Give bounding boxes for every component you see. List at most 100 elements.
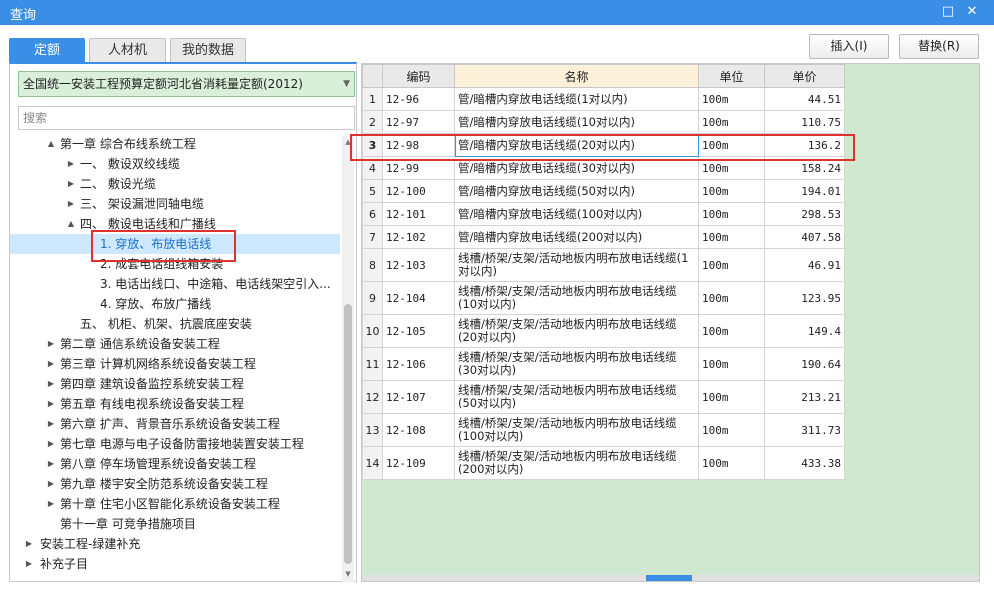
cell-price[interactable]: 136.2 xyxy=(764,133,845,157)
tree-item[interactable]: ▲ 第一章 综合布线系统工程 xyxy=(10,134,340,154)
scrollbar-thumb[interactable] xyxy=(646,575,692,581)
tree-item[interactable]: ▶ 补充子目 xyxy=(10,554,340,574)
cell-price[interactable]: 46.91 xyxy=(764,248,845,282)
row-number[interactable]: 6 xyxy=(362,202,383,226)
tree-item[interactable]: 3. 电话出线口、中途箱、电话线架空引入... xyxy=(10,274,340,294)
table-row[interactable]: 8 12-103 线槽/桥架/支架/活动地板内明布放电话线缆(1对以内) 100m 46… xyxy=(362,248,845,282)
cell-unit[interactable]: 100m xyxy=(698,248,765,282)
cell-code[interactable]: 12-109 xyxy=(382,446,455,480)
cell-code[interactable]: 12-98 xyxy=(382,133,455,157)
cell-unit[interactable]: 100m xyxy=(698,202,765,226)
cell-price[interactable]: 433.38 xyxy=(764,446,845,480)
collapse-arrow-icon[interactable]: ▶ xyxy=(46,474,56,494)
quota-library-dropdown[interactable]: 全国统一安装工程预算定额河北省消耗量定额(2012) ▼ xyxy=(18,71,355,97)
cell-unit[interactable]: 100m xyxy=(698,380,765,414)
row-number[interactable]: 1 xyxy=(362,87,383,111)
table-row[interactable]: 10 12-105 线槽/桥架/支架/活动地板内明布放电话线缆(20对以内) 100m… xyxy=(362,314,845,348)
tree-item[interactable]: ▲ 四、 敷设电话线和广播线 xyxy=(10,214,340,234)
collapse-arrow-icon[interactable]: ▶ xyxy=(46,354,56,374)
cell-code[interactable]: 12-99 xyxy=(382,156,455,180)
scroll-down-icon[interactable]: ▼ xyxy=(343,570,353,578)
tree-item[interactable]: ▶ 二、 敷设光缆 xyxy=(10,174,340,194)
row-number[interactable]: 4 xyxy=(362,156,383,180)
table-row[interactable]: 2 12-97 管/暗槽内穿放电话线缆(10对以内) 100m 110.75 xyxy=(362,110,845,134)
cell-price[interactable]: 123.95 xyxy=(764,281,845,315)
cell-code[interactable]: 12-96 xyxy=(382,87,455,111)
collapse-arrow-icon[interactable]: ▶ xyxy=(66,154,76,174)
cell-code[interactable]: 12-100 xyxy=(382,179,455,203)
table-row[interactable]: 6 12-101 管/暗槽内穿放电话线缆(100对以内) 100m 298.53 xyxy=(362,202,845,226)
collapse-arrow-icon[interactable]: ▶ xyxy=(46,494,56,514)
row-number[interactable]: 8 xyxy=(362,248,383,282)
column-header-code[interactable]: 编码 xyxy=(382,64,455,88)
cell-price[interactable]: 158.24 xyxy=(764,156,845,180)
expand-arrow-icon[interactable]: ▲ xyxy=(66,214,76,234)
cell-code[interactable]: 12-108 xyxy=(382,413,455,447)
tree-item[interactable]: ▶ 第九章 楼宇安全防范系统设备安装工程 xyxy=(10,474,340,494)
cell-unit[interactable]: 100m xyxy=(698,179,765,203)
search-input[interactable] xyxy=(18,106,355,130)
cell-price[interactable]: 149.4 xyxy=(764,314,845,348)
cell-name[interactable]: 线槽/桥架/支架/活动地板内明布放电话线缆(1对以内) xyxy=(454,248,699,282)
cell-name[interactable]: 线槽/桥架/支架/活动地板内明布放电话线缆(30对以内) xyxy=(454,347,699,381)
tab-materials[interactable]: 人材机 xyxy=(89,38,166,62)
row-number[interactable]: 14 xyxy=(362,446,383,480)
table-row[interactable]: 14 12-109 线槽/桥架/支架/活动地板内明布放电话线缆(200对以内) 100… xyxy=(362,446,845,480)
cell-unit[interactable]: 100m xyxy=(698,281,765,315)
cell-name[interactable]: 管/暗槽内穿放电话线缆(1对以内) xyxy=(454,87,699,111)
collapse-arrow-icon[interactable]: ▶ xyxy=(46,334,56,354)
table-row[interactable]: 3 12-98 管/暗槽内穿放电话线缆(20对以内) 100m 136.2 xyxy=(362,133,845,157)
tree-item[interactable]: ▶ 第四章 建筑设备监控系统安装工程 xyxy=(10,374,340,394)
cell-name[interactable]: 管/暗槽内穿放电话线缆(20对以内) xyxy=(454,133,699,157)
row-number[interactable]: 11 xyxy=(362,347,383,381)
restore-icon[interactable]: □ xyxy=(938,2,958,22)
cell-name[interactable]: 管/暗槽内穿放电话线缆(30对以内) xyxy=(454,156,699,180)
tree-item[interactable]: ▶ 第三章 计算机网络系统设备安装工程 xyxy=(10,354,340,374)
cell-unit[interactable]: 100m xyxy=(698,133,765,157)
cell-unit[interactable]: 100m xyxy=(698,110,765,134)
table-row[interactable]: 4 12-99 管/暗槽内穿放电话线缆(30对以内) 100m 158.24 xyxy=(362,156,845,180)
tree-item[interactable]: ▶ 第十章 住宅小区智能化系统设备安装工程 xyxy=(10,494,340,514)
collapse-arrow-icon[interactable]: ▶ xyxy=(24,554,34,574)
cell-name[interactable]: 线槽/桥架/支架/活动地板内明布放电话线缆(20对以内) xyxy=(454,314,699,348)
cell-name[interactable]: 线槽/桥架/支架/活动地板内明布放电话线缆(10对以内) xyxy=(454,281,699,315)
tab-my-data[interactable]: 我的数据 xyxy=(170,38,246,62)
tree-scrollbar[interactable]: ▲ ▼ xyxy=(342,136,354,582)
row-number[interactable]: 3 xyxy=(362,133,383,157)
tree-item[interactable]: ▶ 一、 敷设双绞线缆 xyxy=(10,154,340,174)
tree-item[interactable]: ▶ 第二章 通信系统设备安装工程 xyxy=(10,334,340,354)
tree-item[interactable]: 4. 穿放、布放广播线 xyxy=(10,294,340,314)
row-number[interactable]: 13 xyxy=(362,413,383,447)
replace-button[interactable]: 替换(R) xyxy=(899,34,979,59)
cell-code[interactable]: 12-97 xyxy=(382,110,455,134)
collapse-arrow-icon[interactable]: ▶ xyxy=(46,374,56,394)
row-number[interactable]: 12 xyxy=(362,380,383,414)
tree-item[interactable]: ▶ 第八章 停车场管理系统设备安装工程 xyxy=(10,454,340,474)
table-row[interactable]: 13 12-108 线槽/桥架/支架/活动地板内明布放电话线缆(100对以内) 100… xyxy=(362,413,845,447)
cell-price[interactable]: 190.64 xyxy=(764,347,845,381)
collapse-arrow-icon[interactable]: ▶ xyxy=(46,434,56,454)
cell-code[interactable]: 12-105 xyxy=(382,314,455,348)
tree-item[interactable]: 2. 成套电话组线箱安装 xyxy=(10,254,340,274)
cell-unit[interactable]: 100m xyxy=(698,446,765,480)
table-row[interactable]: 9 12-104 线槽/桥架/支架/活动地板内明布放电话线缆(10对以内) 100m 1… xyxy=(362,281,845,315)
tree-item[interactable]: ▶ 安装工程-绿建补充 xyxy=(10,534,340,554)
tree-item[interactable]: ▶ 三、 架设漏泄同轴电缆 xyxy=(10,194,340,214)
collapse-arrow-icon[interactable]: ▶ xyxy=(66,194,76,214)
row-number[interactable]: 9 xyxy=(362,281,383,315)
table-row[interactable]: 1 12-96 管/暗槽内穿放电话线缆(1对以内) 100m 44.51 xyxy=(362,87,845,111)
tree-item[interactable]: ▶ 第七章 电源与电子设备防雷接地装置安装工程 xyxy=(10,434,340,454)
column-header-price[interactable]: 单价 xyxy=(764,64,845,88)
cell-name[interactable]: 管/暗槽内穿放电话线缆(50对以内) xyxy=(454,179,699,203)
cell-price[interactable]: 194.01 xyxy=(764,179,845,203)
cell-price[interactable]: 213.21 xyxy=(764,380,845,414)
cell-price[interactable]: 110.75 xyxy=(764,110,845,134)
tree-item[interactable]: ▶ 第五章 有线电视系统设备安装工程 xyxy=(10,394,340,414)
cell-price[interactable]: 298.53 xyxy=(764,202,845,226)
cell-code[interactable]: 12-101 xyxy=(382,202,455,226)
row-number[interactable]: 10 xyxy=(362,314,383,348)
tree-item[interactable]: 第十一章 可竞争措施项目 xyxy=(10,514,340,534)
collapse-arrow-icon[interactable]: ▶ xyxy=(46,394,56,414)
row-number[interactable]: 2 xyxy=(362,110,383,134)
tree-item[interactable]: 五、 机柜、机架、抗震底座安装 xyxy=(10,314,340,334)
